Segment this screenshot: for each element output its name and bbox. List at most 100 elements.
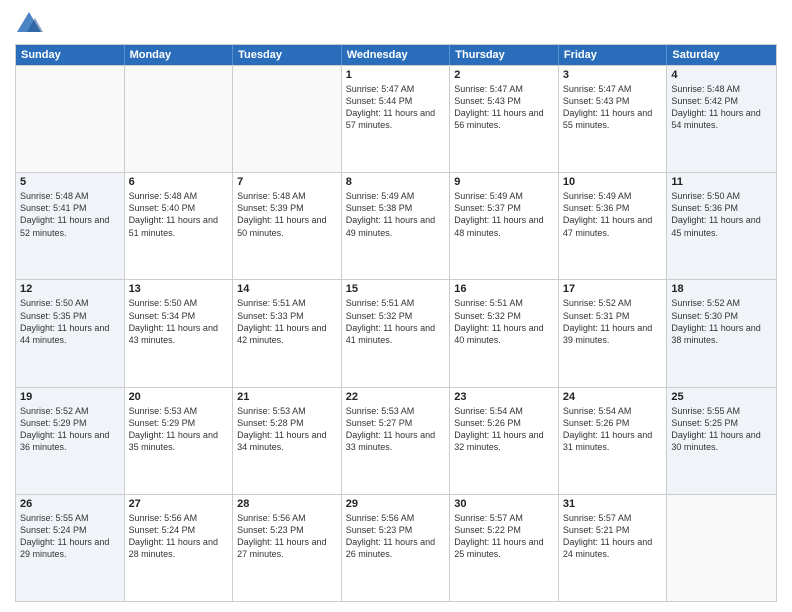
calendar-cell: 24 Sunrise: 5:54 AMSunset: 5:26 PMDayligh… [559,388,668,494]
calendar-cell: 18 Sunrise: 5:52 AMSunset: 5:30 PMDayligh… [667,280,776,386]
day-number: 19 [20,391,120,403]
cell-details: Sunrise: 5:47 AMSunset: 5:43 PMDaylight:… [454,83,554,132]
cell-details: Sunrise: 5:52 AMSunset: 5:30 PMDaylight:… [671,297,772,346]
cell-details: Sunrise: 5:49 AMSunset: 5:38 PMDaylight:… [346,190,446,239]
day-number: 20 [129,391,229,403]
day-number: 14 [237,283,337,295]
cell-details: Sunrise: 5:49 AMSunset: 5:36 PMDaylight:… [563,190,663,239]
cell-details: Sunrise: 5:51 AMSunset: 5:32 PMDaylight:… [454,297,554,346]
cell-details: Sunrise: 5:50 AMSunset: 5:34 PMDaylight:… [129,297,229,346]
cell-details: Sunrise: 5:48 AMSunset: 5:42 PMDaylight:… [671,83,772,132]
calendar-cell: 31Sunrise: 5:57 AMSunset: 5:21 PMDayligh… [559,495,668,601]
calendar-cell: 23Sunrise: 5:54 AMSunset: 5:26 PMDayligh… [450,388,559,494]
page: SundayMondayTuesdayWednesdayThursdayFrid… [0,0,792,612]
calendar-cell: 16 Sunrise: 5:51 AMSunset: 5:32 PMDayligh… [450,280,559,386]
calendar-week: 1Sunrise: 5:47 AMSunset: 5:44 PMDaylight… [16,65,776,172]
day-number: 10 [563,176,663,188]
calendar-cell: 6 Sunrise: 5:48 AMSunset: 5:40 PMDaylight… [125,173,234,279]
cell-details: Sunrise: 5:51 AMSunset: 5:33 PMDaylight:… [237,297,337,346]
calendar-cell [125,66,234,172]
calendar-cell: 25 Sunrise: 5:55 AMSunset: 5:25 PMDayligh… [667,388,776,494]
day-number: 24 [563,391,663,403]
calendar-header-cell: Tuesday [233,45,342,65]
day-number: 4 [671,69,772,81]
calendar-cell: 2 Sunrise: 5:47 AMSunset: 5:43 PMDaylight… [450,66,559,172]
calendar-cell: 13 Sunrise: 5:50 AMSunset: 5:34 PMDayligh… [125,280,234,386]
header [15,10,777,38]
calendar-cell: 9Sunrise: 5:49 AMSunset: 5:37 PMDaylight… [450,173,559,279]
cell-details: Sunrise: 5:54 AMSunset: 5:26 PMDaylight:… [454,405,554,454]
calendar-cell: 15 Sunrise: 5:51 AMSunset: 5:32 PMDayligh… [342,280,451,386]
day-number: 5 [20,176,120,188]
day-number: 15 [346,283,446,295]
cell-details: Sunrise: 5:54 AMSunset: 5:26 PMDaylight:… [563,405,663,454]
calendar: SundayMondayTuesdayWednesdayThursdayFrid… [15,44,777,602]
day-number: 22 [346,391,446,403]
calendar-week: 26Sunrise: 5:55 AMSunset: 5:24 PMDayligh… [16,494,776,601]
cell-details: Sunrise: 5:57 AMSunset: 5:22 PMDaylight:… [454,512,554,561]
calendar-week: 5 Sunrise: 5:48 AMSunset: 5:41 PMDaylight… [16,172,776,279]
day-number: 12 [20,283,120,295]
calendar-body: 1Sunrise: 5:47 AMSunset: 5:44 PMDaylight… [16,65,776,601]
cell-details: Sunrise: 5:50 AMSunset: 5:35 PMDaylight:… [20,297,120,346]
calendar-cell: 3 Sunrise: 5:47 AMSunset: 5:43 PMDaylight… [559,66,668,172]
calendar-header: SundayMondayTuesdayWednesdayThursdayFrid… [16,45,776,65]
day-number: 2 [454,69,554,81]
calendar-cell: 21 Sunrise: 5:53 AMSunset: 5:28 PMDayligh… [233,388,342,494]
calendar-header-cell: Friday [559,45,668,65]
cell-details: Sunrise: 5:47 AMSunset: 5:43 PMDaylight:… [563,83,663,132]
calendar-header-cell: Wednesday [342,45,451,65]
cell-details: Sunrise: 5:49 AMSunset: 5:37 PMDaylight:… [454,190,554,239]
calendar-cell: 22Sunrise: 5:53 AMSunset: 5:27 PMDayligh… [342,388,451,494]
calendar-cell: 14 Sunrise: 5:51 AMSunset: 5:33 PMDayligh… [233,280,342,386]
logo-icon [15,10,43,38]
cell-details: Sunrise: 5:53 AMSunset: 5:29 PMDaylight:… [129,405,229,454]
calendar-cell: 5 Sunrise: 5:48 AMSunset: 5:41 PMDaylight… [16,173,125,279]
cell-details: Sunrise: 5:55 AMSunset: 5:25 PMDaylight:… [671,405,772,454]
day-number: 28 [237,498,337,510]
day-number: 29 [346,498,446,510]
calendar-header-cell: Saturday [667,45,776,65]
day-number: 6 [129,176,229,188]
day-number: 17 [563,283,663,295]
calendar-cell: 4 Sunrise: 5:48 AMSunset: 5:42 PMDaylight… [667,66,776,172]
calendar-header-cell: Monday [125,45,234,65]
calendar-cell: 29 Sunrise: 5:56 AMSunset: 5:23 PMDayligh… [342,495,451,601]
day-number: 25 [671,391,772,403]
day-number: 7 [237,176,337,188]
calendar-header-cell: Sunday [16,45,125,65]
cell-details: Sunrise: 5:56 AMSunset: 5:24 PMDaylight:… [129,512,229,561]
cell-details: Sunrise: 5:56 AMSunset: 5:23 PMDaylight:… [237,512,337,561]
day-number: 13 [129,283,229,295]
calendar-week: 12 Sunrise: 5:50 AMSunset: 5:35 PMDayligh… [16,279,776,386]
cell-details: Sunrise: 5:52 AMSunset: 5:31 PMDaylight:… [563,297,663,346]
cell-details: Sunrise: 5:48 AMSunset: 5:41 PMDaylight:… [20,190,120,239]
day-number: 21 [237,391,337,403]
cell-details: Sunrise: 5:55 AMSunset: 5:24 PMDaylight:… [20,512,120,561]
calendar-cell: 26Sunrise: 5:55 AMSunset: 5:24 PMDayligh… [16,495,125,601]
calendar-week: 19 Sunrise: 5:52 AMSunset: 5:29 PMDayligh… [16,387,776,494]
day-number: 3 [563,69,663,81]
calendar-cell [233,66,342,172]
cell-details: Sunrise: 5:51 AMSunset: 5:32 PMDaylight:… [346,297,446,346]
calendar-cell [16,66,125,172]
cell-details: Sunrise: 5:52 AMSunset: 5:29 PMDaylight:… [20,405,120,454]
calendar-cell: 17 Sunrise: 5:52 AMSunset: 5:31 PMDayligh… [559,280,668,386]
calendar-cell: 19 Sunrise: 5:52 AMSunset: 5:29 PMDayligh… [16,388,125,494]
day-number: 30 [454,498,554,510]
cell-details: Sunrise: 5:48 AMSunset: 5:40 PMDaylight:… [129,190,229,239]
day-number: 27 [129,498,229,510]
calendar-cell: 27 Sunrise: 5:56 AMSunset: 5:24 PMDayligh… [125,495,234,601]
day-number: 16 [454,283,554,295]
day-number: 8 [346,176,446,188]
cell-details: Sunrise: 5:48 AMSunset: 5:39 PMDaylight:… [237,190,337,239]
day-number: 31 [563,498,663,510]
cell-details: Sunrise: 5:47 AMSunset: 5:44 PMDaylight:… [346,83,446,132]
day-number: 18 [671,283,772,295]
calendar-cell [667,495,776,601]
cell-details: Sunrise: 5:56 AMSunset: 5:23 PMDaylight:… [346,512,446,561]
cell-details: Sunrise: 5:53 AMSunset: 5:28 PMDaylight:… [237,405,337,454]
day-number: 11 [671,176,772,188]
logo [15,10,47,38]
calendar-cell: 10 Sunrise: 5:49 AMSunset: 5:36 PMDayligh… [559,173,668,279]
